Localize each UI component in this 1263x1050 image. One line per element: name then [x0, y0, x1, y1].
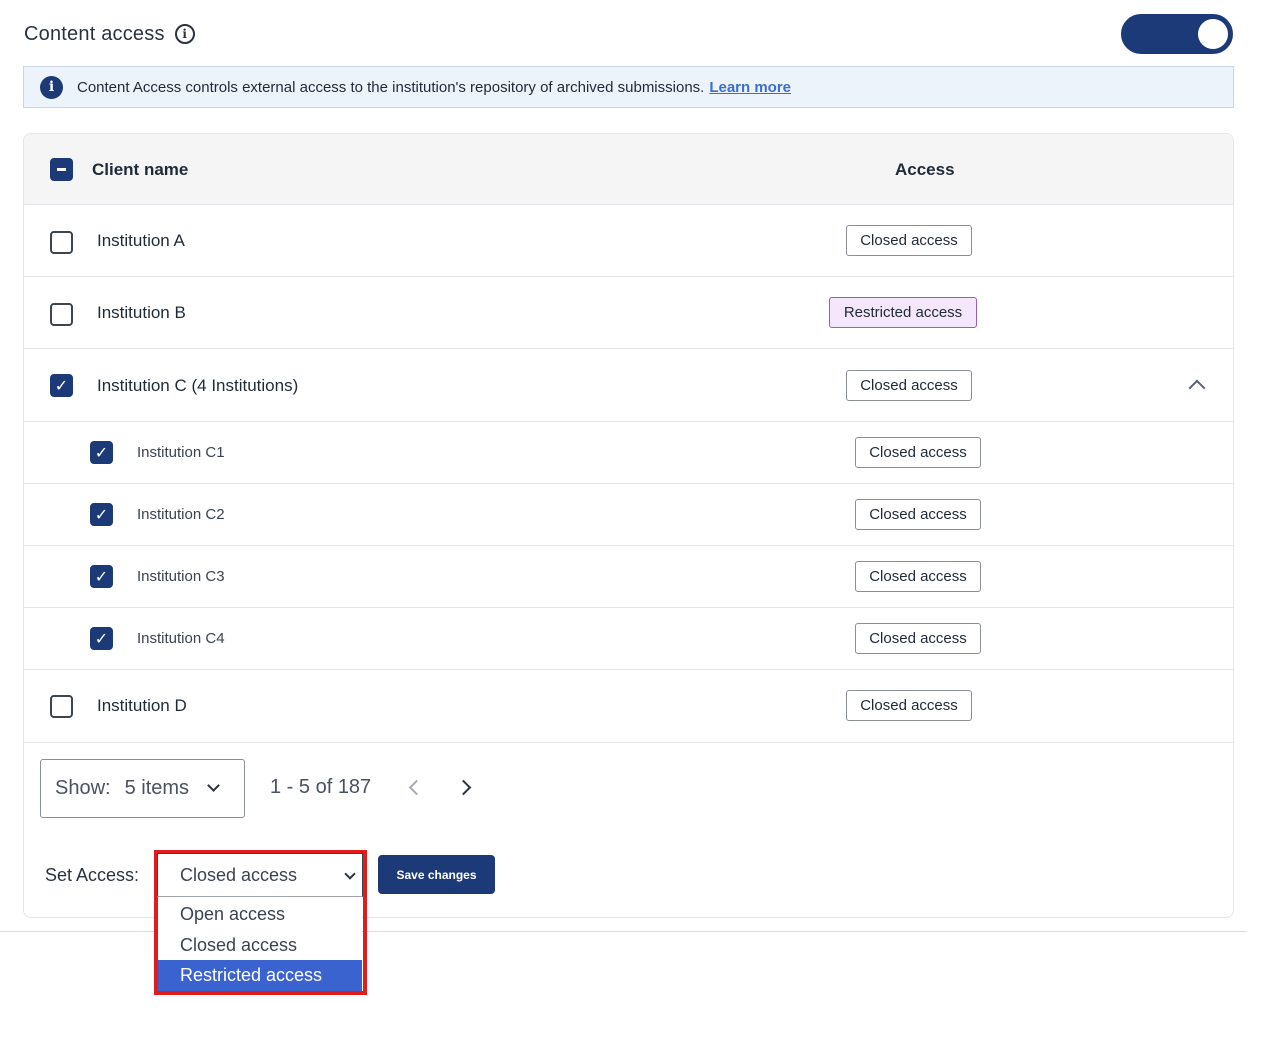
sub-client-name: Institution C4 [137, 630, 225, 647]
option-open-access[interactable]: Open access [158, 899, 362, 930]
table-header: Client name Access [24, 134, 1233, 205]
row-checkbox[interactable] [50, 231, 73, 254]
access-badge: Closed access [846, 370, 972, 401]
show-label: Show: [55, 777, 111, 799]
next-page-icon[interactable] [455, 779, 472, 796]
access-badge: Closed access [855, 561, 981, 592]
sub-client-name: Institution C1 [137, 444, 225, 461]
clients-table-card: Client name Access Institution A Closed … [23, 133, 1234, 918]
items-per-page-select[interactable]: Show: 5 items [40, 759, 245, 818]
banner-text: Content Access controls external access … [77, 78, 705, 96]
access-options-list: Open access Closed access Restricted acc… [158, 898, 362, 991]
client-name: Institution C (4 Institutions) [97, 376, 299, 395]
sub-row: ✓ Institution C4 Closed access [24, 608, 1233, 670]
sub-row-checkbox[interactable]: ✓ [90, 503, 113, 526]
toggle-knob [1198, 19, 1228, 49]
set-access-label: Set Access: [45, 865, 140, 885]
access-badge: Closed access [846, 690, 972, 721]
pagination-range: 1 - 5 of 187 [270, 776, 372, 798]
table-row: Institution D Closed access [24, 670, 1233, 743]
row-checkbox[interactable]: ✓ [50, 374, 73, 397]
table-row: Institution B Restricted access [24, 277, 1233, 349]
previous-page-icon[interactable] [408, 779, 425, 796]
client-name: Institution D [97, 696, 187, 715]
sub-row: ✓ Institution C3 Closed access [24, 546, 1233, 608]
show-value: 5 items [124, 777, 190, 799]
select-value: Closed access [180, 864, 298, 885]
row-checkbox[interactable] [50, 303, 73, 326]
sub-row-checkbox[interactable]: ✓ [90, 441, 113, 464]
info-outline-icon[interactable]: i [174, 24, 195, 44]
info-banner: i Content Access controls external acces… [23, 66, 1234, 108]
access-badge-restricted: Restricted access [829, 297, 977, 328]
info-icon: i [40, 75, 63, 99]
page-title: Content access [24, 22, 165, 45]
row-checkbox[interactable] [50, 695, 73, 718]
content-access-toggle[interactable] [1121, 14, 1233, 54]
access-badge: Closed access [855, 623, 981, 654]
table-row: Institution A Closed access [24, 205, 1233, 277]
save-changes-button[interactable]: Save changes [378, 855, 495, 894]
sub-client-name: Institution C2 [137, 506, 225, 523]
chevron-down-icon [344, 868, 356, 880]
access-badge: Closed access [855, 437, 981, 468]
column-header-access: Access [895, 160, 955, 179]
set-access-select[interactable]: Closed access [157, 853, 363, 897]
sub-row-checkbox[interactable]: ✓ [90, 565, 113, 588]
access-badge: Closed access [846, 225, 972, 256]
sub-client-name: Institution C3 [137, 568, 225, 585]
access-badge: Closed access [855, 499, 981, 530]
sub-row: ✓ Institution C2 Closed access [24, 484, 1233, 546]
sub-row: ✓ Institution C1 Closed access [24, 422, 1233, 484]
client-name: Institution B [97, 303, 186, 322]
option-closed-access[interactable]: Closed access [158, 930, 362, 961]
client-name: Institution A [97, 231, 185, 250]
column-header-client-name: Client name [92, 160, 189, 179]
chevron-down-icon [207, 779, 220, 792]
sub-row-checkbox[interactable]: ✓ [90, 627, 113, 650]
learn-more-link[interactable]: Learn more [709, 79, 791, 96]
table-row-expandable: ✓ Institution C (4 Institutions) Closed … [24, 349, 1233, 422]
section-header: Content access i [24, 18, 195, 50]
option-restricted-access[interactable]: Restricted access [158, 960, 362, 991]
collapse-chevron-up-icon[interactable] [1188, 379, 1206, 397]
select-all-checkbox[interactable] [50, 158, 73, 181]
